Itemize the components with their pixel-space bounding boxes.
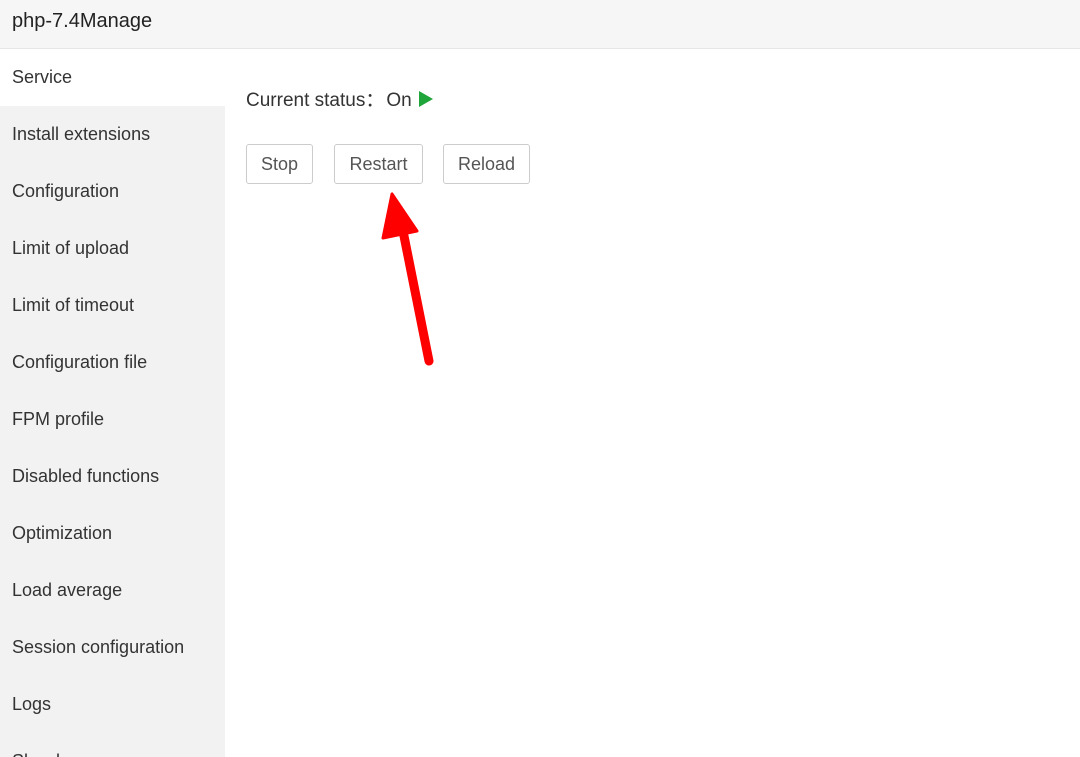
restart-button[interactable]: Restart — [334, 144, 423, 184]
sidebar-item-limit-of-timeout[interactable]: Limit of timeout — [0, 277, 225, 334]
sidebar: Service Install extensions Configuration… — [0, 49, 225, 757]
sidebar-item-session-configuration[interactable]: Session configuration — [0, 619, 225, 676]
sidebar-item-disabled-functions[interactable]: Disabled functions — [0, 448, 225, 505]
stop-button[interactable]: Stop — [246, 144, 313, 184]
sidebar-item-install-extensions[interactable]: Install extensions — [0, 106, 225, 163]
sidebar-item-slow-logs[interactable]: Slow logs — [0, 733, 225, 757]
sidebar-item-limit-of-upload[interactable]: Limit of upload — [0, 220, 225, 277]
window-title: php-7.4Manage — [12, 10, 153, 32]
play-icon — [418, 91, 433, 107]
status-label: Current status： — [246, 90, 385, 111]
sidebar-item-fpm-profile[interactable]: FPM profile — [0, 391, 225, 448]
sidebar-item-service[interactable]: Service — [0, 49, 225, 106]
reload-button[interactable]: Reload — [443, 144, 530, 184]
sidebar-item-optimization[interactable]: Optimization — [0, 505, 225, 562]
sidebar-item-logs[interactable]: Logs — [0, 676, 225, 733]
sidebar-item-load-average[interactable]: Load average — [0, 562, 225, 619]
sidebar-item-configuration-file[interactable]: Configuration file — [0, 334, 225, 391]
title-bar: php-7.4Manage — [0, 0, 1080, 49]
status-value: On — [386, 90, 412, 111]
php-manage-window: php-7.4Manage Service Install extensions… — [0, 0, 1080, 757]
service-status: Current status： On — [246, 89, 433, 113]
main-panel: Current status： On Stop Restart Reload — [225, 49, 1080, 757]
sidebar-item-configuration[interactable]: Configuration — [0, 163, 225, 220]
